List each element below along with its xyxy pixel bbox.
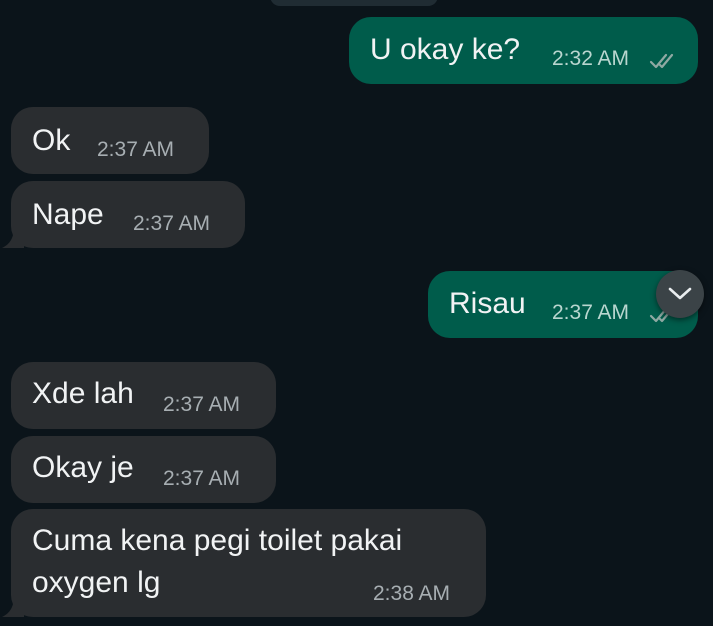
outgoing-message-bubble[interactable]: U okay ke? 2:32 AM [349, 17, 698, 84]
message-text: Nape [32, 198, 104, 231]
message-timestamp: 2:37 AM [133, 212, 211, 235]
double-check-icon [649, 53, 674, 69]
incoming-message-bubble[interactable]: Cuma kena pegi toilet pakai oxygen lg 2:… [11, 509, 486, 617]
message-text: U okay ke? [370, 33, 521, 66]
message-text: Risau [449, 287, 526, 320]
incoming-message-bubble[interactable]: Nape 2:37 AM [11, 181, 245, 248]
message-timestamp: 2:37 AM [163, 467, 241, 490]
message-text: Okay je [32, 451, 134, 484]
bubble-tail [2, 595, 24, 617]
scroll-to-bottom-button[interactable] [656, 270, 704, 318]
message-timestamp: 2:37 AM [97, 138, 175, 161]
incoming-message-bubble[interactable]: Ok 2:37 AM [11, 107, 209, 174]
previous-message-bubble-edge [270, 0, 438, 6]
message-text: Xde lah [32, 377, 134, 410]
incoming-message-bubble[interactable]: Xde lah 2:37 AM [11, 362, 276, 429]
message-timestamp: 2:37 AM [163, 393, 241, 416]
chevron-down-icon [668, 287, 692, 300]
bubble-tail [2, 226, 24, 248]
message-text-line-2: oxygen lg [32, 566, 161, 599]
message-text: Ok [32, 124, 71, 157]
incoming-message-bubble[interactable]: Okay je 2:37 AM [11, 436, 276, 503]
message-timestamp: 2:38 AM [373, 582, 451, 605]
message-text-line-1: Cuma kena pegi toilet pakai [32, 524, 403, 557]
message-timestamp: 2:32 AM [552, 47, 630, 70]
message-timestamp: 2:37 AM [552, 301, 630, 324]
